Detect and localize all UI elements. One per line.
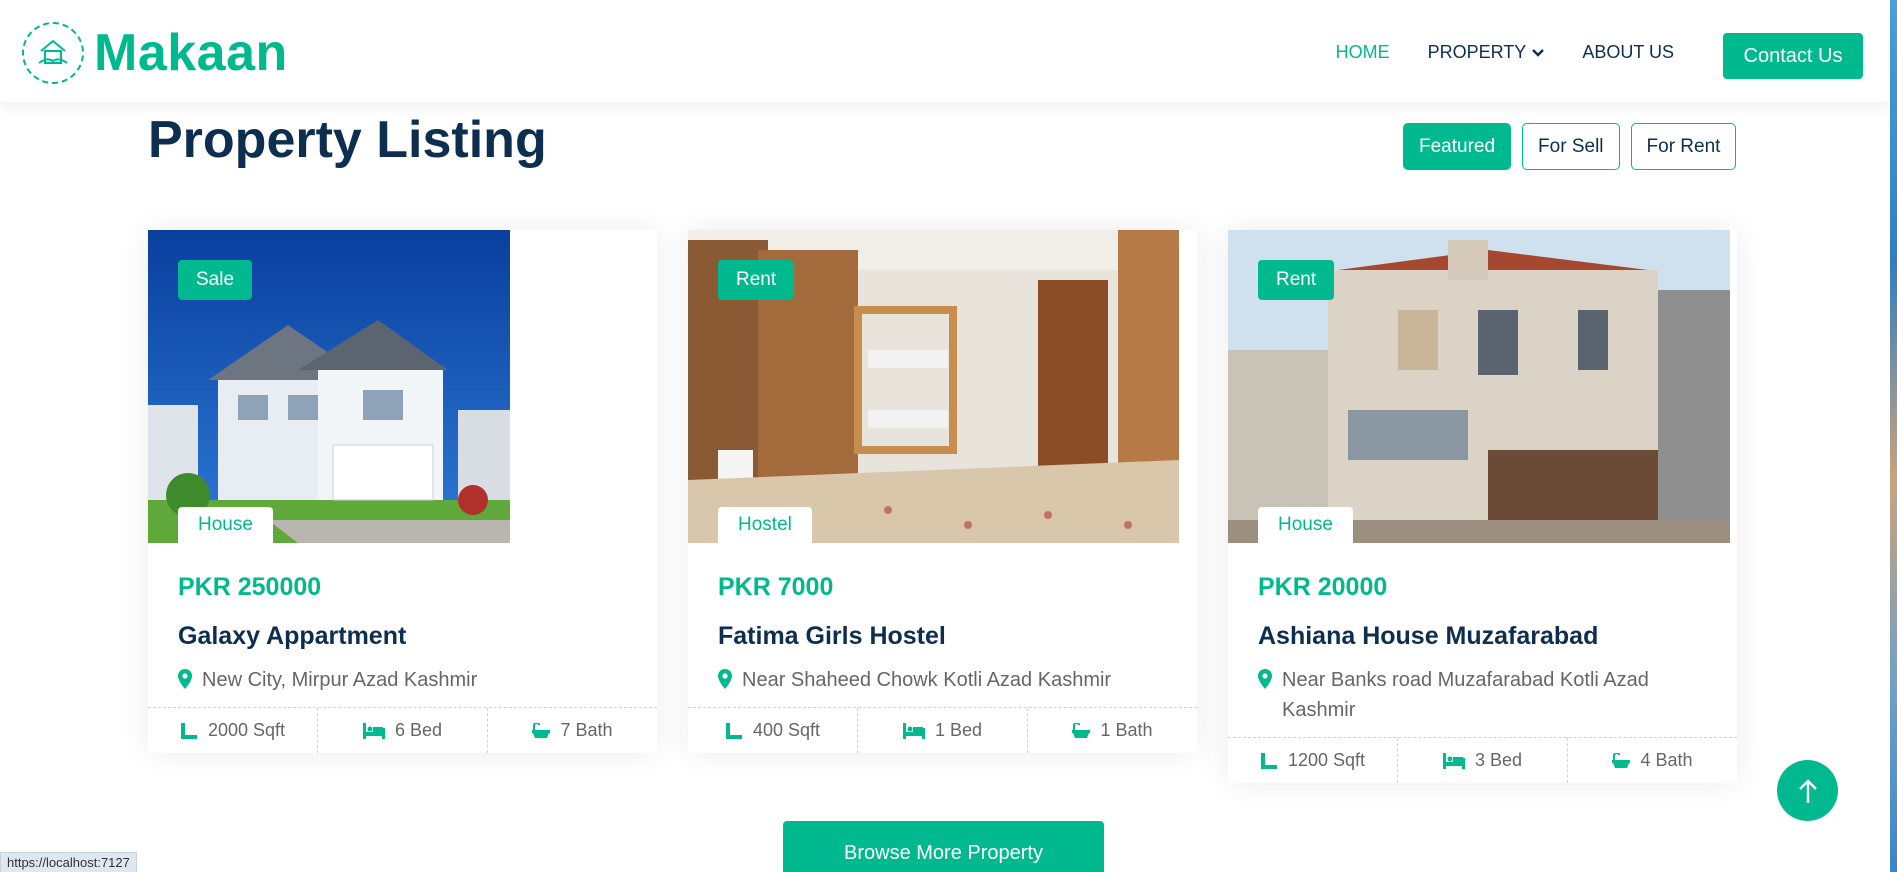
filter-for-sell[interactable]: For Sell xyxy=(1522,123,1620,170)
navbar: Makaan HOME PROPERTY ABOUT US Contact Us xyxy=(0,0,1890,102)
feature-baths-text: 4 Bath xyxy=(1640,750,1693,770)
feature-area: 1200 Sqft xyxy=(1228,738,1398,783)
feature-area-text: 1200 Sqft xyxy=(1287,750,1366,770)
back-to-top-button[interactable] xyxy=(1777,760,1838,821)
bath-icon xyxy=(1612,752,1631,768)
property-price: PKR 250000 xyxy=(178,573,322,601)
ruler-combined-icon xyxy=(1260,752,1277,769)
nav-property[interactable]: PROPERTY xyxy=(1428,42,1545,63)
filter-tabs: Featured For Sell For Rent xyxy=(1403,123,1737,170)
brand-logo[interactable]: Makaan xyxy=(22,22,288,84)
property-address: New City, Mirpur Azad Kashmir xyxy=(178,665,627,695)
contact-us-button[interactable]: Contact Us xyxy=(1723,33,1863,79)
page-title: Property Listing xyxy=(148,111,547,169)
feature-beds: 3 Bed xyxy=(1398,738,1568,783)
filter-for-rent[interactable]: For Rent xyxy=(1630,123,1737,170)
property-address-text: New City, Mirpur Azad Kashmir xyxy=(202,669,478,691)
listing-status-badge: Rent xyxy=(718,260,795,300)
nav-about[interactable]: ABOUT US xyxy=(1582,42,1674,63)
property-address: Near Banks road Muzafarabad Kotli Azad K… xyxy=(1258,665,1707,725)
feature-baths: 7 Bath xyxy=(488,708,657,753)
property-features: 2000 Sqft 6 Bed 7 Bath xyxy=(148,707,657,753)
property-features: 400 Sqft 1 Bed 1 Bath xyxy=(688,707,1197,753)
feature-area: 2000 Sqft xyxy=(148,708,318,753)
property-image-house[interactable]: Rent House xyxy=(1228,230,1737,543)
chevron-down-icon xyxy=(1532,48,1545,57)
feature-beds: 1 Bed xyxy=(858,708,1028,753)
feature-beds-text: 3 Bed xyxy=(1474,750,1523,770)
property-address-text: Near Banks road Muzafarabad Kotli Azad K… xyxy=(1282,669,1649,721)
feature-beds-text: 1 Bed xyxy=(934,720,983,740)
listing-status-badge: Rent xyxy=(1258,260,1335,300)
browse-more-property-button[interactable]: Browse More Property xyxy=(783,821,1104,872)
window-edge-strip xyxy=(1890,0,1897,872)
property-image-house[interactable]: Sale House xyxy=(148,230,657,543)
ruler-combined-icon xyxy=(725,722,742,739)
ruler-combined-icon xyxy=(180,722,197,739)
status-bar-url: https://localhost:7127 xyxy=(0,852,137,872)
property-name[interactable]: Ashiana House Muzafarabad xyxy=(1258,622,1707,651)
feature-baths: 4 Bath xyxy=(1568,738,1737,783)
property-price: PKR 20000 xyxy=(1258,573,1388,601)
nav-property-label: PROPERTY xyxy=(1427,42,1527,62)
feature-baths-text: 1 Bath xyxy=(1100,720,1153,740)
listing-status-badge: Sale xyxy=(178,260,253,300)
bed-icon xyxy=(362,722,385,739)
bath-icon xyxy=(532,722,551,738)
brand-name: Makaan xyxy=(94,24,288,82)
feature-baths-text: 7 Bath xyxy=(560,720,613,740)
property-address-text: Near Shaheed Chowk Kotli Azad Kashmir xyxy=(742,669,1112,691)
property-address: Near Shaheed Chowk Kotli Azad Kashmir xyxy=(718,665,1167,695)
property-image-hostel[interactable]: Rent Hostel xyxy=(688,230,1197,543)
property-card[interactable]: Sale House PKR 250000 Galaxy Appartment … xyxy=(148,230,657,753)
property-name[interactable]: Fatima Girls Hostel xyxy=(718,622,1167,651)
feature-area-text: 400 Sqft xyxy=(752,720,821,740)
handshake-house-icon xyxy=(22,22,84,84)
map-marker-icon xyxy=(718,669,732,689)
property-type-tag: House xyxy=(178,507,273,543)
arrow-up-icon xyxy=(1798,778,1817,803)
feature-area-text: 2000 Sqft xyxy=(207,720,286,740)
nav-menu: HOME PROPERTY ABOUT US xyxy=(1298,42,1674,63)
property-name[interactable]: Galaxy Appartment xyxy=(178,622,627,651)
bed-icon xyxy=(1442,752,1465,769)
property-features: 1200 Sqft 3 Bed 4 Bath xyxy=(1228,737,1737,783)
property-price: PKR 7000 xyxy=(718,573,834,601)
feature-area: 400 Sqft xyxy=(688,708,858,753)
property-card[interactable]: Rent House PKR 20000 Ashiana House Muzaf… xyxy=(1228,230,1737,783)
property-card[interactable]: Rent Hostel PKR 7000 Fatima Girls Hostel… xyxy=(688,230,1197,753)
map-marker-icon xyxy=(1258,669,1272,689)
map-marker-icon xyxy=(178,669,192,689)
filter-featured[interactable]: Featured xyxy=(1403,123,1512,170)
bed-icon xyxy=(902,722,925,739)
property-type-tag: House xyxy=(1258,507,1353,543)
bath-icon xyxy=(1072,722,1091,738)
feature-baths: 1 Bath xyxy=(1028,708,1197,753)
feature-beds-text: 6 Bed xyxy=(394,720,443,740)
feature-beds: 6 Bed xyxy=(318,708,488,753)
property-type-tag: Hostel xyxy=(718,507,812,543)
nav-home[interactable]: HOME xyxy=(1336,42,1390,63)
